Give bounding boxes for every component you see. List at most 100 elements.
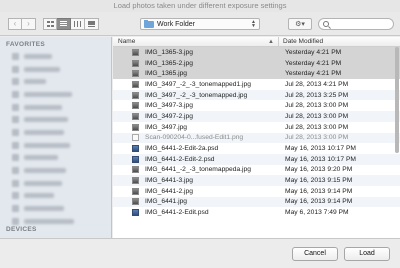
sidebar-item-label-blurred [24, 79, 46, 85]
psd-file-icon [132, 209, 139, 217]
load-button[interactable]: Load [344, 247, 390, 261]
back-button[interactable]: ‹ [8, 18, 22, 30]
file-row[interactable]: IMG_1365-2.jpg Yesterday 4:21 PM [113, 57, 400, 69]
navigation-buttons: ‹ › [8, 18, 36, 30]
file-name: IMG_6441-2-Edit-2.psd [145, 155, 215, 163]
list-header: Name ▲ Date Modified [113, 37, 400, 47]
sidebar-item-blurred[interactable] [0, 152, 111, 165]
sidebar-item-label-blurred [24, 91, 72, 97]
file-date-modified: May 16, 2013 10:17 PM [285, 145, 357, 153]
sidebar-item-label-blurred [24, 168, 66, 174]
sidebar-item-icon [12, 167, 19, 175]
sidebar-item-label-blurred [24, 206, 64, 212]
sidebar-item-blurred[interactable] [0, 63, 111, 76]
file-row[interactable]: IMG_6441_-2_-3_tonemappeda.jpg May 16, 20… [113, 165, 400, 176]
file-row[interactable]: IMG_6441-2.jpg May 16, 2013 9:14 PM [113, 186, 400, 197]
sidebar-item-icon [12, 65, 19, 73]
sidebar-item-label-blurred [24, 142, 70, 148]
file-date-modified: Yesterday 4:21 PM [285, 48, 342, 56]
date-modified-column-header[interactable]: Date Modified [279, 37, 323, 46]
jpg-file-icon [132, 198, 139, 206]
file-date-modified: May 6, 2013 7:49 PM [285, 209, 349, 217]
window-title: Load photos taken under different exposu… [113, 1, 287, 10]
sidebar-item-blurred[interactable] [0, 50, 111, 63]
sidebar-item-blurred[interactable] [0, 101, 111, 114]
file-name: IMG_3497.jpg [145, 123, 188, 131]
file-name: IMG_3497-3.jpg [145, 102, 193, 110]
sidebar-item-label-blurred [24, 104, 62, 110]
sidebar-item-icon [12, 90, 19, 98]
column-view-button[interactable] [71, 18, 85, 30]
sidebar-item-icon [12, 141, 19, 149]
cover-flow-icon [88, 21, 95, 27]
file-row[interactable]: IMG_6441-2-Edit.psd May 6, 2013 7:49 PM [113, 207, 400, 218]
file-row[interactable]: IMG_6441-2-Edit-2a.psd May 16, 2013 10:17… [113, 143, 400, 154]
png-file-icon [132, 134, 139, 142]
file-row[interactable]: IMG_1365-3.jpg Yesterday 4:21 PM [113, 47, 400, 58]
file-row[interactable]: IMG_3497_-2_-3_tonemapped.jpg Jul 28, 201… [113, 89, 400, 101]
scrollbar-thumb[interactable] [395, 47, 399, 153]
file-date-modified: May 16, 2013 9:20 PM [285, 166, 353, 174]
sidebar-item-blurred[interactable] [0, 164, 111, 177]
list-view-icon [60, 21, 67, 27]
folder-location-popup[interactable]: Work Folder ▲ ▼ [140, 18, 260, 30]
sidebar-item-blurred[interactable] [0, 113, 111, 126]
jpg-file-icon [132, 123, 139, 131]
sidebar-item-blurred[interactable] [0, 75, 111, 88]
sidebar-item-icon [12, 52, 19, 60]
column-view-icon [74, 21, 81, 27]
file-name: IMG_6441.jpg [145, 198, 188, 206]
sidebar-item-icon [12, 205, 19, 213]
file-row[interactable]: IMG_1365.jpg Yesterday 4:21 PM [113, 68, 400, 80]
list-view-button[interactable] [57, 18, 71, 30]
icon-view-button[interactable] [43, 18, 57, 30]
search-field[interactable] [318, 18, 394, 30]
file-row[interactable]: IMG_3497.jpg Jul 28, 2013 3:00 PM [113, 122, 400, 133]
file-row[interactable]: IMG_3497-3.jpg Jul 28, 2013 3:00 PM [113, 100, 400, 111]
sidebar-item-blurred[interactable] [0, 139, 111, 152]
jpg-file-icon [132, 91, 139, 99]
cover-flow-button[interactable] [85, 18, 99, 30]
name-column-header[interactable]: Name ▲ [113, 37, 279, 46]
sidebar-item-blurred[interactable] [0, 190, 111, 203]
file-date-modified: Jul 28, 2013 3:25 PM [285, 91, 349, 99]
sidebar-item-blurred[interactable] [0, 126, 111, 139]
title-bar: Load photos taken under different exposu… [0, 0, 400, 12]
file-name: IMG_1365.jpg [145, 70, 188, 78]
sidebar-item-icon [12, 179, 19, 187]
file-name: IMG_6441-2-Edit-2a.psd [145, 145, 219, 153]
file-row[interactable]: IMG_3497-2.jpg Jul 28, 2013 3:00 PM [113, 111, 400, 122]
file-row[interactable]: IMG_6441-3.jpg May 16, 2013 9:15 PM [113, 175, 400, 186]
file-row[interactable]: Scan-090204-0...fused-Edit1.png Jul 28, 2… [113, 132, 400, 144]
file-name: IMG_3497_-2_-3_tonemapped1.jpg [145, 80, 251, 88]
file-rows: IMG_1365-3.jpg Yesterday 4:21 PM IMG_1365-… [113, 47, 400, 218]
folder-icon [144, 19, 154, 28]
jpg-file-icon [132, 112, 139, 120]
file-row[interactable]: IMG_6441.jpg May 16, 2013 9:14 PM [113, 196, 400, 208]
file-row[interactable]: IMG_3497_-2_-3_tonemapped1.jpg Jul 28, 20… [113, 79, 400, 90]
file-row[interactable]: IMG_6441-2-Edit-2.psd May 16, 2013 10:17 … [113, 153, 400, 165]
sidebar-item-label-blurred [24, 218, 74, 224]
file-list: Name ▲ Date Modified IMG_1365-3.jpg Yeste… [113, 37, 400, 238]
file-date-modified: Jul 28, 2013 3:00 PM [285, 112, 349, 120]
sidebar-item-icon [12, 217, 19, 225]
action-menu-button[interactable]: ⚙▾ [288, 18, 312, 30]
sidebar-item-icon [12, 78, 19, 86]
icon-view-icon [46, 21, 54, 27]
sidebar-item-blurred[interactable] [0, 88, 111, 101]
file-date-modified: May 16, 2013 9:14 PM [285, 198, 353, 206]
file-name: IMG_1365-2.jpg [145, 59, 193, 67]
sidebar-item-blurred[interactable] [0, 202, 111, 215]
sidebar-item-blurred[interactable] [0, 177, 111, 190]
file-name: IMG_6441-3.jpg [145, 177, 193, 185]
file-date-modified: Jul 28, 2013 4:21 PM [285, 80, 349, 88]
cancel-button[interactable]: Cancel [292, 247, 338, 261]
jpg-file-icon [132, 102, 139, 110]
forward-button[interactable]: › [22, 18, 36, 30]
file-name: IMG_6441_-2_-3_tonemappeda.jpg [145, 166, 251, 174]
psd-file-icon [132, 155, 139, 163]
jpg-file-icon [132, 187, 139, 195]
sidebar-item-label-blurred [24, 155, 58, 161]
sort-ascending-icon: ▲ [268, 39, 274, 45]
file-name: IMG_3497-2.jpg [145, 112, 193, 120]
